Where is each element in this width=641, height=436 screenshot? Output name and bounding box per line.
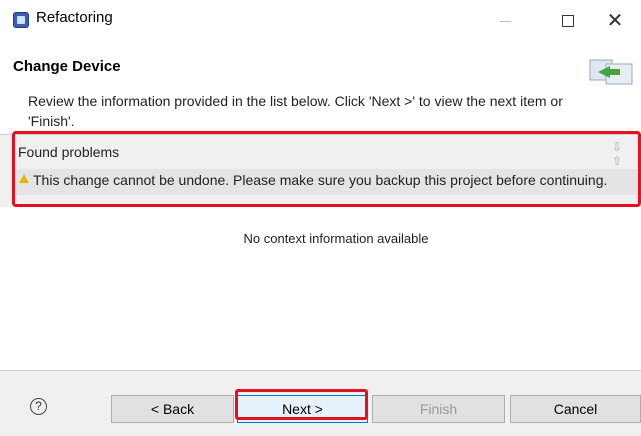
maximize-icon [562,15,574,27]
refactoring-app-icon [13,12,29,28]
next-highlight-box [235,389,368,420]
title-bar: Refactoring ✕ [0,0,641,48]
cancel-button-label: Cancel [553,401,598,417]
close-button[interactable]: ✕ [592,4,638,38]
window-title: Refactoring [36,9,113,26]
maximize-button[interactable] [545,4,591,38]
finish-button[interactable]: Finish [372,395,505,423]
close-icon: ✕ [606,10,624,32]
help-icon[interactable]: ? [30,398,47,415]
back-button-label: < Back [150,401,195,417]
finish-button-label: Finish [419,401,458,417]
cancel-button[interactable]: Cancel [510,395,641,423]
no-context-message: No context information available [243,231,429,246]
page-title: Change Device [13,58,121,75]
minimize-icon [499,20,511,22]
refactor-wizard-icon [589,59,633,85]
wizard-header: Change Device Review the information pro… [0,48,641,134]
page-description: Review the information provided in the l… [28,93,563,129]
back-button[interactable]: < Back [111,395,234,423]
minimize-button[interactable] [482,4,528,38]
problems-highlight-box [12,131,641,207]
